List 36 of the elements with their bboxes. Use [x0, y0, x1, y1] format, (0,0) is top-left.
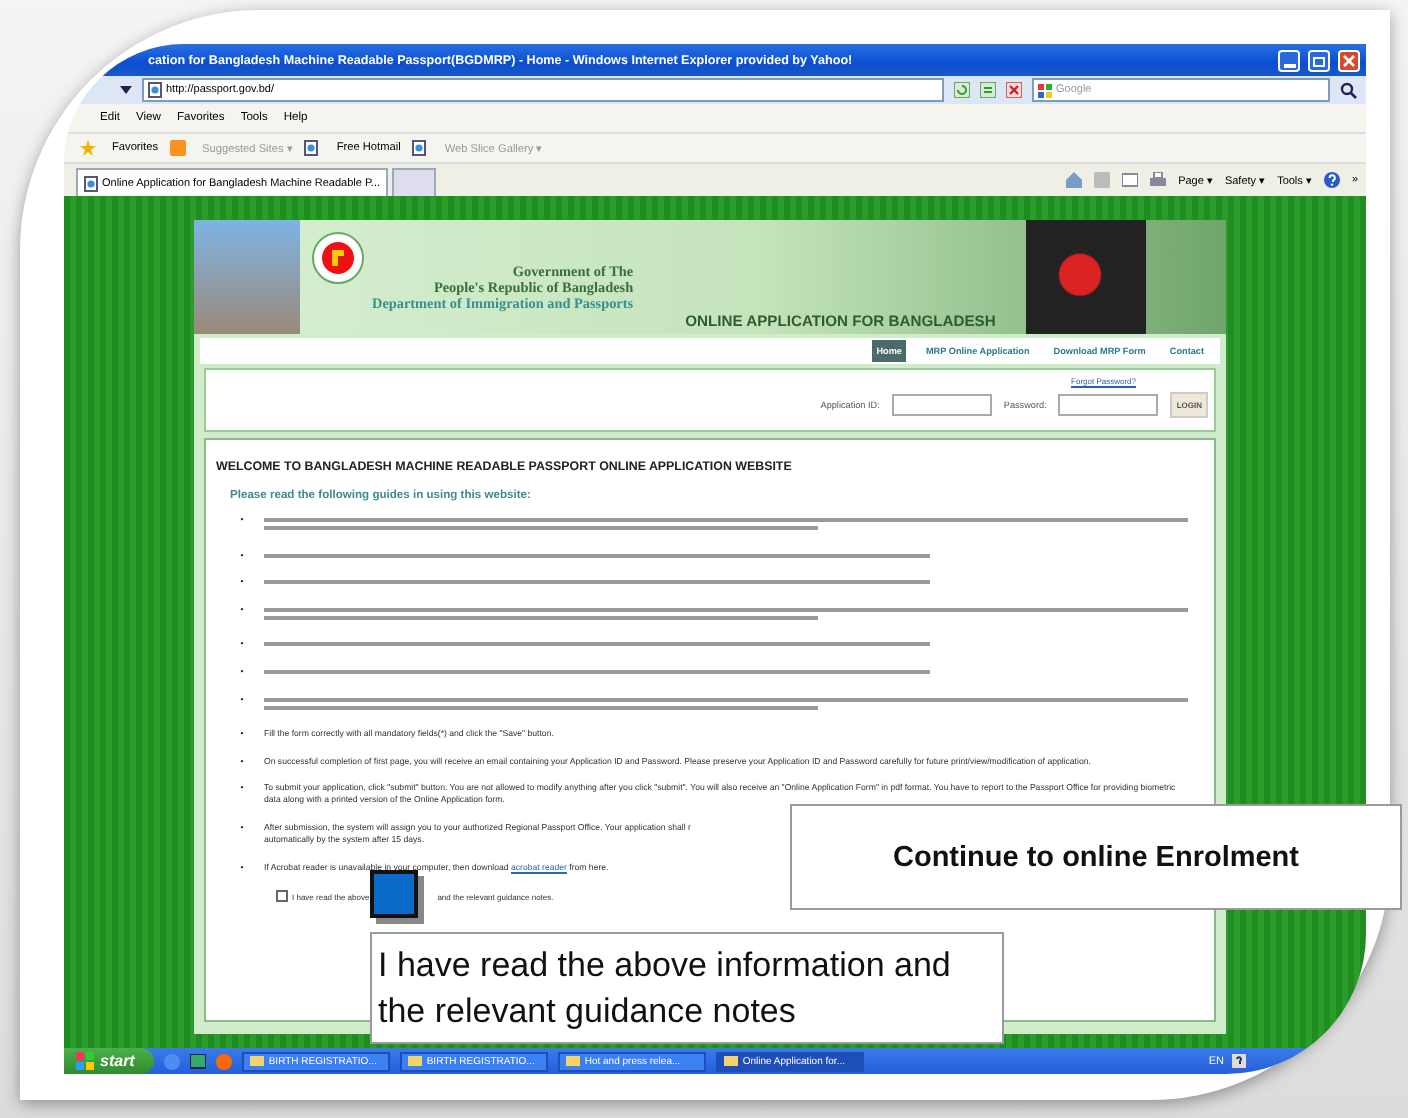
folder-icon: [250, 1054, 265, 1068]
minimize-icon: [1283, 63, 1295, 67]
emblem-icon: [312, 232, 364, 284]
page-icon: [148, 82, 162, 98]
folder-icon: [724, 1054, 739, 1068]
checkbox-pointer-icon: [370, 870, 418, 918]
dropdown-arrow-icon[interactable]: [120, 84, 132, 96]
refresh-icon[interactable]: [954, 82, 970, 98]
restore-icon: [1310, 51, 1328, 69]
folder-icon: [566, 1054, 581, 1068]
close-button[interactable]: [1338, 49, 1360, 71]
new-tab-button[interactable]: [392, 168, 437, 196]
callout-box: I have read the above information and the relevant guidance notes: [370, 932, 1004, 1044]
restore-button[interactable]: [1308, 49, 1330, 71]
page-icon: [304, 140, 321, 156]
stop-icon[interactable]: [1006, 82, 1022, 98]
search-icon[interactable]: [1340, 81, 1358, 99]
minimize-button[interactable]: [1278, 49, 1300, 71]
help-icon[interactable]: [1323, 172, 1340, 188]
star-icon: [80, 140, 96, 156]
help-icon[interactable]: [1232, 1054, 1246, 1068]
password-field[interactable]: [1058, 394, 1159, 416]
page-icon: [84, 175, 98, 191]
search-provider-icon: [1038, 83, 1052, 97]
folder-icon: [408, 1054, 423, 1068]
application-id-field[interactable]: [891, 394, 992, 416]
printer-icon[interactable]: [1150, 172, 1167, 188]
home-icon[interactable]: [1066, 172, 1083, 188]
callout-box: Continue to online Enrolment: [790, 804, 1402, 910]
close-icon: [1340, 51, 1358, 69]
desktop-icon[interactable]: [190, 1053, 207, 1069]
photo-placeholder: [194, 220, 300, 334]
windows-logo-icon: [76, 1052, 94, 1070]
page-icon: [412, 140, 429, 156]
photo-placeholder: [1026, 220, 1146, 334]
checkbox[interactable]: [276, 890, 288, 903]
